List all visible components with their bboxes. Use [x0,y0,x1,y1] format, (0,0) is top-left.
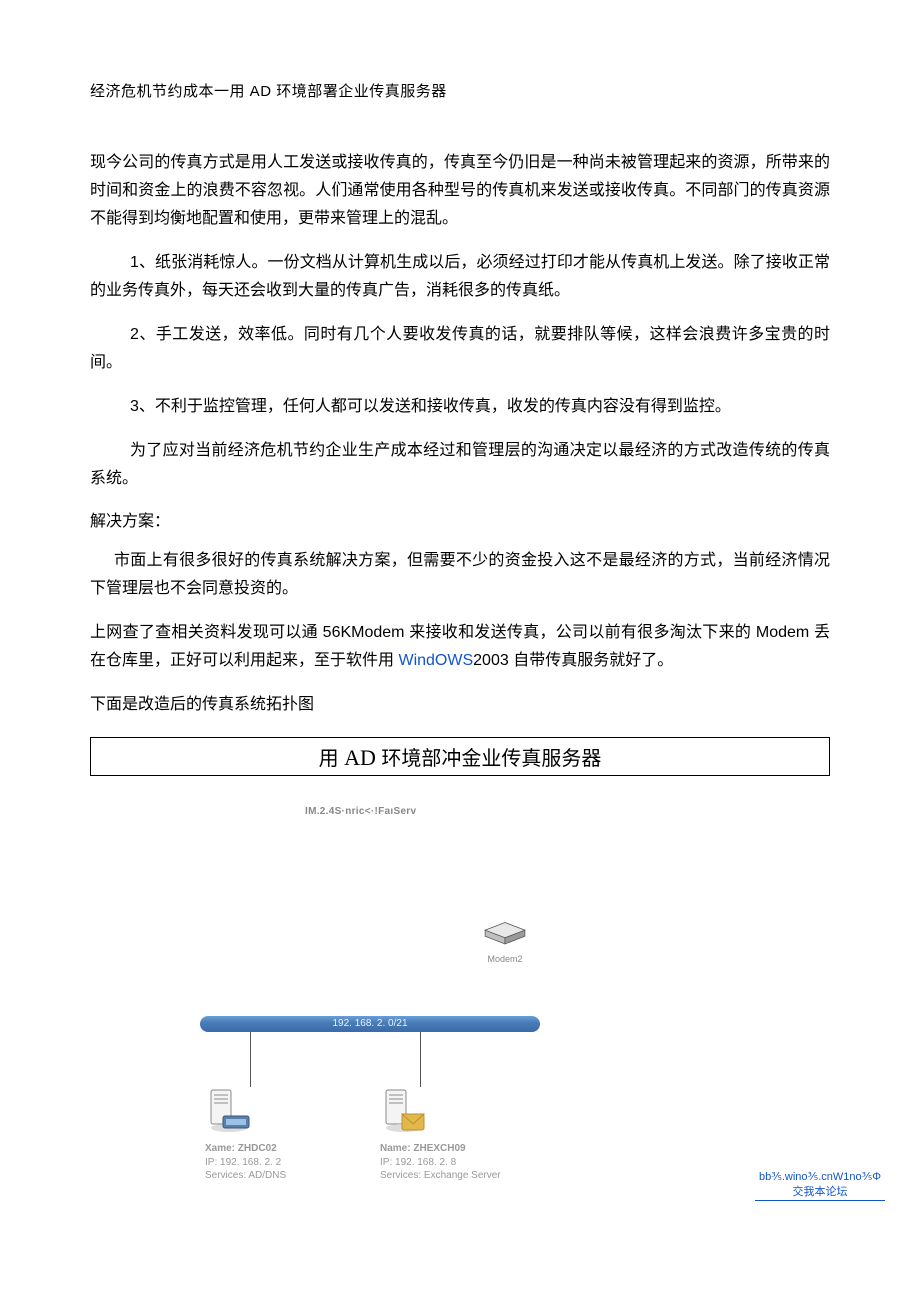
server-1: Xame: ZHDC02 IP: 192. 168. 2. 2 Services… [205,1086,385,1183]
title-prefix: 经济危机节约成本一用 [90,84,245,100]
point-4: 为了应对当前经济危机节约企业生产成本经过和管理层的沟通决定以最经济的方式改造传统… [90,437,830,493]
solution-p2: 上网查了查相关资料发现可以通 56KModem 来接收和发送传真，公司以前有很多… [90,619,830,675]
box-ad: AD [339,745,382,770]
point-1-num: 1 [130,254,139,271]
modem-icon [482,921,528,947]
modem-node: Modem2 [475,921,535,964]
title-ad: AD [245,83,276,100]
point-1-text: 、纸张消耗惊人。一份文档从计算机生成以后，必须经过打印才能从传真机上发送。除了接… [90,254,830,299]
modem-label: Modem2 [475,954,535,964]
forum-link[interactable]: bb⅗.wino⅗.cnW1no⅗Φ 交我本论坛 [755,1170,885,1201]
diagram-top-label: IM.2.4S·nric<·!FaıServ [305,806,416,817]
point-2-num: 2 [130,326,139,343]
server-1-ip: IP: 192. 168. 2. 2 [205,1156,385,1170]
topology-intro: 下面是改造后的传真系统拓扑图 [90,691,830,719]
windows-link[interactable]: WindOWS [394,652,473,669]
p6-modem: 56KModem [318,624,409,641]
p6-d: 自带传真服务就好了。 [513,652,673,669]
point-3-text: 、不利于监控管理，任何人都可以发送和接收传真，收发的传真内容没有得到监控。 [139,398,731,415]
server-icon [205,1086,253,1134]
p6-a: 上网查了查相关资料发现可以通 [90,624,318,641]
p6-b: 来接收和发送传真，公司以前有很多淘汰下来的 [409,624,751,641]
server-2-svc: Services: Exchange Server [380,1169,560,1183]
p6-year: 2003 [473,652,513,669]
solution-label: 解决方案： [90,507,830,531]
diagram-title-box: 用 AD 环境部冲金业传真服务器 [90,737,830,776]
server-2: Name: ZHEXCH09 IP: 192. 168. 2. 8 Servic… [380,1086,560,1183]
server-1-info: Xame: ZHDC02 IP: 192. 168. 2. 2 Services… [205,1142,385,1183]
server-2-ip: IP: 192. 168. 2. 8 [380,1156,560,1170]
connector-line-1 [250,1032,251,1087]
point-3: 3、不利于监控管理，任何人都可以发送和接收传真，收发的传真内容没有得到监控。 [90,393,830,421]
server-1-name: Xame: ZHDC02 [205,1142,385,1156]
solution-p1: 市面上有很多很好的传真系统解决方案，但需要不少的资金投入这不是最经济的方式，当前… [90,547,830,603]
server-icon [380,1086,428,1134]
point-3-num: 3 [130,398,139,415]
title-suffix: 环境部署企业传真服务器 [276,84,447,100]
server-1-svc: Services: AD/DNS [205,1169,385,1183]
doc-title: 经济危机节约成本一用 AD 环境部署企业传真服务器 [90,80,830,101]
topology-diagram: IM.2.4S·nric<·!FaıServ Modem2 192. 168. … [90,806,830,1236]
box-post: 环境部冲金业传真服务器 [381,748,601,770]
connector-line-2 [420,1032,421,1087]
point-2-text: 、手工发送，效率低。同时有几个人要收发传真的话，就要排队等候，这样会浪费许多宝贵… [90,326,830,371]
intro-paragraph: 现今公司的传真方式是用人工发送或接收传真的，传真至今仍旧是一种尚未被管理起来的资… [90,149,830,233]
server-2-name: Name: ZHEXCH09 [380,1142,560,1156]
network-switch: 192. 168. 2. 0/21 [200,1016,540,1032]
point-1: 1、纸张消耗惊人。一份文档从计算机生成以后，必须经过打印才能从传真机上发送。除了… [90,249,830,305]
point-2: 2、手工发送，效率低。同时有几个人要收发传真的话，就要排队等候，这样会浪费许多宝… [90,321,830,377]
server-2-info: Name: ZHEXCH09 IP: 192. 168. 2. 8 Servic… [380,1142,560,1183]
p6-modem2: Modem [751,624,814,641]
box-pre: 用 [319,748,339,770]
